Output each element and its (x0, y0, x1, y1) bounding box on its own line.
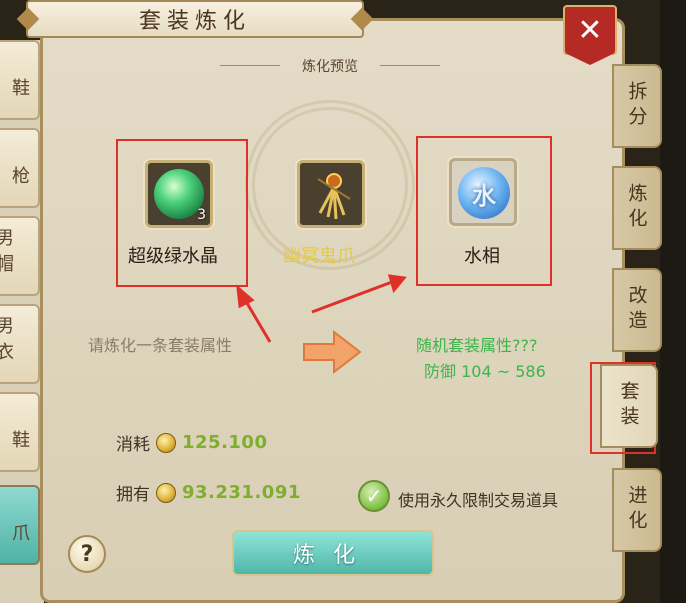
equipment-name: 幽冥鬼爪 (283, 246, 355, 267)
help-button[interactable]: ? (68, 535, 106, 573)
outer-background (660, 0, 686, 603)
refine-prompt: 请炼化一条套装属性 (88, 336, 233, 355)
preview-title: 炼化预览 (302, 59, 358, 75)
equipment-item-label: 鞋 (12, 78, 30, 99)
equipment-item-shoes[interactable]: 鞋 (0, 40, 40, 120)
close-icon: ✕ (577, 12, 603, 48)
annotation-box-element (416, 136, 552, 286)
equipment-slot[interactable] (297, 160, 365, 228)
cost-label: 消耗 (116, 435, 150, 455)
coin-icon (156, 432, 176, 453)
annotation-box-material (116, 139, 248, 287)
equipment-item-claw[interactable]: 爪 (0, 485, 40, 565)
question-icon: ? (80, 541, 94, 567)
own-value: 93.231.091 (182, 482, 301, 503)
refine-button[interactable]: 炼化 (232, 530, 434, 576)
tab-label: 进化 (625, 485, 648, 535)
page-title: 套装炼化 (138, 9, 251, 34)
tab-label: 拆分 (625, 81, 648, 131)
tab-split[interactable]: 拆分 (612, 64, 662, 148)
equipment-item-label: 爪 (12, 523, 30, 544)
restricted-items-label: 使用永久限制交易道具 (398, 491, 559, 510)
preview-header: 炼化预览 (220, 54, 440, 78)
close-button[interactable]: ✕ (563, 5, 617, 65)
equipment-item-label: 男帽 (0, 228, 14, 275)
equipment-item-label: 枪 (12, 166, 30, 187)
claw-icon (317, 173, 351, 220)
tab-modify[interactable]: 改造 (612, 268, 662, 352)
tab-label: 套装 (617, 381, 640, 431)
refine-button-label: 炼化 (292, 543, 373, 568)
equipment-item-hat[interactable]: 男帽 (0, 216, 40, 296)
equipment-item-robe[interactable]: 男衣 (0, 304, 40, 384)
coin-icon (156, 482, 176, 503)
tab-label: 改造 (625, 285, 648, 335)
defense-range: 防御 104 ~ 586 (424, 362, 546, 381)
equipment-list: 鞋 枪 男帽 男衣 鞋 爪 (0, 40, 44, 603)
equipment-item-label: 鞋 (12, 430, 30, 451)
equipment-item-shoes-2[interactable]: 鞋 (0, 392, 40, 472)
own-row: 拥有 93.231.091 (116, 480, 301, 505)
tab-evolve[interactable]: 进化 (612, 468, 662, 552)
checkmark-icon: ✓ (365, 484, 383, 508)
equipment-item-label: 男衣 (0, 316, 14, 363)
cost-row: 消耗 125.100 (116, 430, 267, 455)
own-label: 拥有 (116, 485, 150, 505)
equipment-item-spear[interactable]: 枪 (0, 128, 40, 208)
tab-set[interactable]: 套装 (600, 364, 658, 448)
tab-label: 炼化 (625, 183, 648, 233)
random-attribute: 随机套装属性??? (416, 336, 538, 355)
restricted-items-checkbox[interactable]: ✓ (358, 480, 390, 512)
tab-refine[interactable]: 炼化 (612, 166, 662, 250)
arrow-right-icon (303, 330, 362, 374)
cost-value: 125.100 (182, 432, 268, 453)
title-banner: 套装炼化 (26, 0, 364, 38)
